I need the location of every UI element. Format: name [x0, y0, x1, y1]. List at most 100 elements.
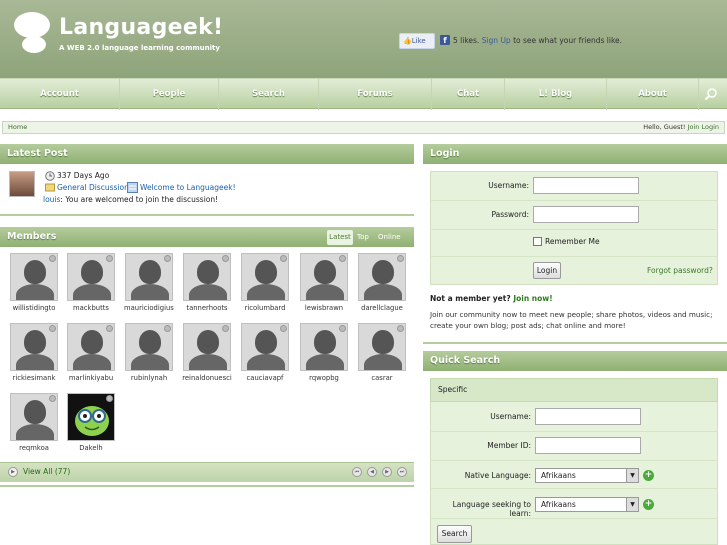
add-native-language-icon[interactable]: + [643, 470, 654, 481]
member-card[interactable]: casrar [357, 323, 407, 382]
status-dot-icon [339, 325, 346, 332]
post-forum-link[interactable]: General Discussion [57, 183, 129, 192]
search-button[interactable]: Search [437, 525, 472, 543]
chevron-down-icon: ▼ [626, 469, 638, 482]
member-card[interactable]: cauciavapf [240, 323, 290, 382]
member-card[interactable]: lewisbrawn [299, 253, 349, 312]
previous-page-icon[interactable]: ◀ [367, 467, 377, 477]
qs-username-input[interactable] [535, 408, 641, 425]
logo-icon-small-bubble [22, 36, 46, 53]
status-dot-icon [164, 325, 171, 332]
status-dot-icon [339, 255, 346, 262]
guest-greeting: Hello, Guest! [643, 123, 686, 131]
row-divider [430, 256, 718, 257]
nav-search[interactable]: Search [219, 79, 319, 110]
seeking-language-select[interactable]: Afrikaans ▼ [535, 497, 639, 512]
member-card[interactable]: tannerhoots [182, 253, 232, 312]
row-divider [430, 200, 718, 201]
member-card[interactable]: rickiesimank [9, 323, 59, 382]
members-tab-top[interactable]: Top [357, 230, 375, 245]
member-card[interactable]: reinaldonuesci [182, 323, 232, 382]
member-avatar [183, 253, 231, 301]
facebook-like-text: 5 likes. Sign Up to see what your friend… [453, 36, 622, 45]
nav-account[interactable]: Account [0, 79, 120, 110]
status-dot-icon [397, 325, 404, 332]
nav-blog[interactable]: L! Blog [505, 79, 607, 110]
row-divider [430, 518, 718, 519]
member-card[interactable]: reqmkoa [9, 393, 59, 452]
member-name: rickiesimank [12, 374, 56, 382]
remember-me-checkbox[interactable] [533, 237, 542, 246]
password-label: Password: [491, 210, 529, 219]
member-avatar [125, 253, 173, 301]
member-name: tannerhoots [186, 304, 228, 312]
clock-icon [45, 171, 55, 181]
member-avatar [241, 323, 289, 371]
member-card[interactable]: marlinkiyabu [66, 323, 116, 382]
qs-member-id-label: Member ID: [487, 441, 531, 450]
member-card[interactable]: Dakelh [66, 393, 116, 452]
qs-member-id-input[interactable] [535, 437, 641, 454]
login-heading: Login [423, 144, 727, 164]
post-author-avatar[interactable] [9, 171, 35, 197]
seeking-language-value: Afrikaans [541, 500, 576, 509]
login-button[interactable]: Login [533, 262, 561, 279]
members-tab-latest[interactable]: Latest [327, 230, 353, 245]
like-label: Like [411, 37, 426, 45]
member-avatar [300, 323, 348, 371]
nav-people[interactable]: People [120, 79, 219, 110]
native-language-value: Afrikaans [541, 471, 576, 480]
members-tab-online[interactable]: Online [378, 230, 404, 245]
status-dot-icon [164, 255, 171, 262]
member-name: rubinlynah [130, 374, 168, 382]
member-avatar [10, 393, 58, 441]
member-card[interactable]: darellclague [357, 253, 407, 312]
member-avatar [241, 253, 289, 301]
facebook-icon: f [440, 35, 450, 45]
status-dot-icon [49, 325, 56, 332]
like-count: 5 likes. [453, 36, 480, 45]
status-dot-icon [49, 255, 56, 262]
login-password-input[interactable] [533, 206, 639, 223]
member-avatar [67, 253, 115, 301]
specific-section-label: Specific [430, 378, 718, 402]
member-avatar [67, 323, 115, 371]
first-page-icon[interactable]: ⏮ [352, 467, 362, 477]
status-dot-icon [49, 395, 56, 402]
nav-chat[interactable]: Chat [432, 79, 505, 110]
login-username-input[interactable] [533, 177, 639, 194]
greeting-area: Hello, Guest! Join Login [643, 122, 719, 133]
forgot-password-link[interactable]: Forgot password? [647, 266, 713, 275]
nav-about[interactable]: About [607, 79, 699, 110]
quick-search-form [430, 378, 718, 545]
qs-username-label: Username: [490, 412, 531, 421]
search-icon[interactable] [704, 87, 718, 101]
join-now-link[interactable]: Join now! [513, 294, 552, 303]
facebook-signup-link[interactable]: Sign Up [482, 36, 511, 45]
member-card[interactable]: willistidingto [9, 253, 59, 312]
post-author-link[interactable]: louis [43, 195, 60, 204]
join-login-link[interactable]: Join Login [688, 123, 719, 131]
next-page-icon[interactable]: ▶ [382, 467, 392, 477]
native-language-label: Native Language: [464, 471, 531, 480]
facebook-like-button[interactable]: 👍Like [399, 33, 435, 49]
member-card[interactable]: rqwopbg [299, 323, 349, 382]
post-message: : You are welcomed to join the discussio… [60, 195, 219, 204]
member-card[interactable]: rubinlynah [124, 323, 174, 382]
breadcrumb-home-link[interactable]: Home [8, 123, 27, 131]
site-subtitle: A WEB 2.0 language learning community [59, 44, 220, 52]
member-card[interactable]: mackbutts [66, 253, 116, 312]
play-icon[interactable]: ▶ [8, 467, 18, 477]
member-card[interactable]: mauriciodigiuse [124, 253, 174, 312]
status-dot-icon [222, 325, 229, 332]
last-page-icon[interactable]: ⏭ [397, 467, 407, 477]
member-card[interactable]: ricolumbard [240, 253, 290, 312]
post-thread-link[interactable]: Welcome to Languageek! [140, 183, 236, 192]
add-seeking-language-icon[interactable]: + [643, 499, 654, 510]
native-language-select[interactable]: Afrikaans ▼ [535, 468, 639, 483]
view-all-members-link[interactable]: View All (77) [23, 467, 70, 476]
nav-forums[interactable]: Forums [319, 79, 432, 110]
divider [423, 342, 727, 344]
member-avatar [183, 323, 231, 371]
site-title[interactable]: Languageek! [59, 15, 223, 40]
